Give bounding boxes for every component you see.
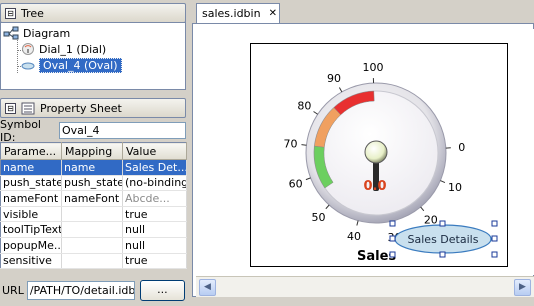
tree-item-oval[interactable]: Oval_4 (Oval) xyxy=(21,57,122,73)
dial-tick-label: 40 xyxy=(347,230,361,243)
pin-icon[interactable]: ⊟ xyxy=(5,102,16,114)
dial-icon xyxy=(22,43,34,55)
dial-tick xyxy=(301,144,307,146)
dial-tick-label: 0 xyxy=(458,141,465,154)
param-cell: name xyxy=(0,159,62,176)
selection-handle[interactable] xyxy=(439,251,446,258)
dial-tick xyxy=(440,180,446,184)
selection-handle[interactable] xyxy=(491,220,498,227)
property-panel-header[interactable]: ⊟ Property Sheet xyxy=(0,98,186,118)
tree-connector xyxy=(17,40,18,73)
tree-item-diagram[interactable]: Diagram xyxy=(3,25,70,41)
table-row[interactable]: popupMe... null xyxy=(0,237,187,254)
selection-handle[interactable] xyxy=(439,220,446,227)
column-header-mapping[interactable]: Mapping xyxy=(61,142,123,160)
url-label: URL xyxy=(2,283,24,297)
dial-knob xyxy=(364,140,388,164)
value-cell[interactable]: true xyxy=(122,206,187,223)
dial-tick-label: 90 xyxy=(327,72,341,85)
tree-panel-title: Tree xyxy=(21,6,44,20)
scroll-left-arrow-icon[interactable]: ◀ xyxy=(199,279,216,296)
scroll-right-arrow-icon[interactable]: ▶ xyxy=(514,279,531,296)
url-field[interactable]: /PATH/TO/detail.idbd xyxy=(26,280,135,300)
table-row[interactable]: nameFont nameFont Abcde... xyxy=(0,190,187,207)
mapping-cell[interactable]: push_state xyxy=(61,175,123,192)
tree-item-dial[interactable]: Dial_1 (Dial) xyxy=(21,41,106,57)
horizontal-scrollbar[interactable]: ◀ ▶ xyxy=(196,276,534,297)
diagram-icon xyxy=(3,26,19,40)
mapping-cell[interactable]: name xyxy=(61,159,123,176)
dial-tick-label: 60 xyxy=(289,178,303,191)
oval-widget[interactable]: Sales Details xyxy=(388,218,500,260)
table-row[interactable]: visible true xyxy=(0,206,187,223)
browse-button[interactable]: ... xyxy=(139,279,185,301)
table-row[interactable]: sensitive true xyxy=(0,253,187,270)
table-row[interactable]: toolTipText null xyxy=(0,221,187,238)
selection-handle[interactable] xyxy=(389,235,396,242)
selection-handle[interactable] xyxy=(491,251,498,258)
selection-handle[interactable] xyxy=(491,235,498,242)
dial-tick-label: 70 xyxy=(284,137,298,150)
mapping-cell[interactable] xyxy=(61,221,123,238)
value-cell[interactable]: Sales Det... xyxy=(122,159,187,176)
value-cell[interactable]: Abcde... xyxy=(122,190,187,207)
dial-tick-label: 50 xyxy=(311,211,325,224)
mapping-cell[interactable]: nameFont xyxy=(61,190,123,207)
dial-tick xyxy=(313,111,318,115)
param-cell: push_state xyxy=(0,175,62,192)
column-header-value[interactable]: Value xyxy=(122,142,187,160)
mapping-cell[interactable] xyxy=(61,206,123,223)
property-sheet-icon xyxy=(21,102,35,114)
tree-item-label: Dial_1 (Dial) xyxy=(39,42,107,56)
property-table-header: Parame... Mapping Value xyxy=(0,142,187,160)
dial-tick xyxy=(338,87,343,93)
oval-graphic: Sales Details xyxy=(389,220,498,258)
dial-tick-label: 10 xyxy=(448,181,462,194)
table-row[interactable]: name name Sales Det... xyxy=(0,159,187,176)
symbol-id-label: Symbol ID: xyxy=(0,117,41,144)
value-cell[interactable]: (no-binding) xyxy=(122,175,187,192)
property-panel-title: Property Sheet xyxy=(40,101,122,115)
mapping-cell[interactable] xyxy=(61,237,123,254)
editor-tab[interactable]: sales.idbin ✕ xyxy=(196,3,280,23)
oval-label: Sales Details xyxy=(408,233,479,246)
dial-tick xyxy=(325,204,330,210)
value-cell[interactable]: true xyxy=(122,253,187,270)
table-row[interactable]: push_state push_state (no-binding) xyxy=(0,175,187,192)
tree-item-label: Oval_4 (Oval) xyxy=(39,57,122,73)
value-cell[interactable]: null xyxy=(122,221,187,238)
dial-tick xyxy=(305,177,311,181)
close-icon[interactable]: ✕ xyxy=(269,8,277,19)
pin-icon[interactable]: ⊟ xyxy=(5,7,16,19)
editor-tab-title: sales.idbin xyxy=(202,7,261,20)
dial-tick-label: 80 xyxy=(297,99,311,112)
selection-handle[interactable] xyxy=(389,220,396,227)
value-cell[interactable]: null xyxy=(122,237,187,254)
dial-tick xyxy=(356,220,359,226)
param-cell: nameFont xyxy=(0,190,62,207)
oval-icon xyxy=(21,62,35,70)
property-table: Parame... Mapping Value name name Sales … xyxy=(0,142,187,270)
mapping-cell[interactable] xyxy=(61,253,123,270)
param-cell: toolTipText xyxy=(0,221,62,238)
url-row: URL /PATH/TO/detail.idbd ... xyxy=(0,279,190,301)
param-cell: popupMe... xyxy=(0,237,62,254)
symbol-id-field[interactable] xyxy=(59,122,186,139)
tree-item-label: Diagram xyxy=(23,26,71,40)
tree-panel-header[interactable]: ⊟ Tree xyxy=(0,3,186,23)
selection-handle[interactable] xyxy=(389,251,396,258)
dial-tick-label: 100 xyxy=(362,61,383,74)
symbol-id-row: Symbol ID: xyxy=(0,118,186,144)
tree-view: Diagram Dial_1 (Dial) Oval_4 (Oval) xyxy=(0,22,186,90)
param-cell: sensitive xyxy=(0,253,62,270)
column-header-parameter[interactable]: Parame... xyxy=(0,142,62,160)
dial-tick xyxy=(420,206,425,212)
dial-value: 0.0 xyxy=(363,179,386,194)
param-cell: visible xyxy=(0,206,62,223)
